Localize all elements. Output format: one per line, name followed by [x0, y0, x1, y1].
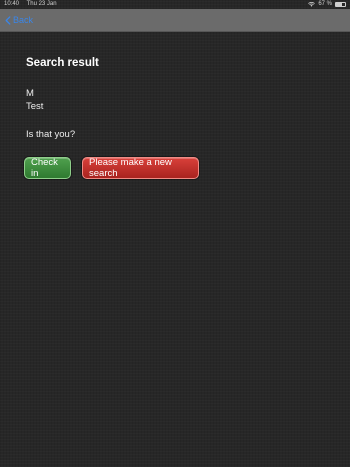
- status-time: 10:40: [4, 1, 20, 7]
- chevron-left-icon: [5, 15, 11, 25]
- confirmation-question: Is that you?: [26, 129, 76, 140]
- new-search-button[interactable]: Please make a new search: [82, 157, 199, 179]
- status-date: Thu 23 Jan: [26, 1, 57, 7]
- back-button-label: Back: [13, 15, 34, 25]
- search-result-panel: Search result M Test Is that you?: [26, 56, 326, 141]
- result-first-name: M: [26, 88, 34, 99]
- status-bar: 10:40 Thu 23 Jan 67 %: [0, 0, 350, 9]
- status-bar-right: 67 %: [308, 0, 346, 9]
- battery-percentage: 67 %: [318, 1, 332, 7]
- check-in-button[interactable]: Check in: [24, 157, 71, 179]
- page-title: Search result: [26, 57, 99, 69]
- result-last-name: Test: [26, 101, 44, 112]
- status-bar-left: 10:40 Thu 23 Jan: [4, 0, 63, 9]
- wifi-icon: [308, 2, 316, 7]
- navigation-bar: Back: [0, 9, 350, 32]
- back-button[interactable]: Back: [5, 15, 33, 25]
- action-buttons: Check in Please make a new search: [24, 157, 199, 179]
- battery-icon: [335, 2, 346, 7]
- battery-level: [336, 3, 343, 6]
